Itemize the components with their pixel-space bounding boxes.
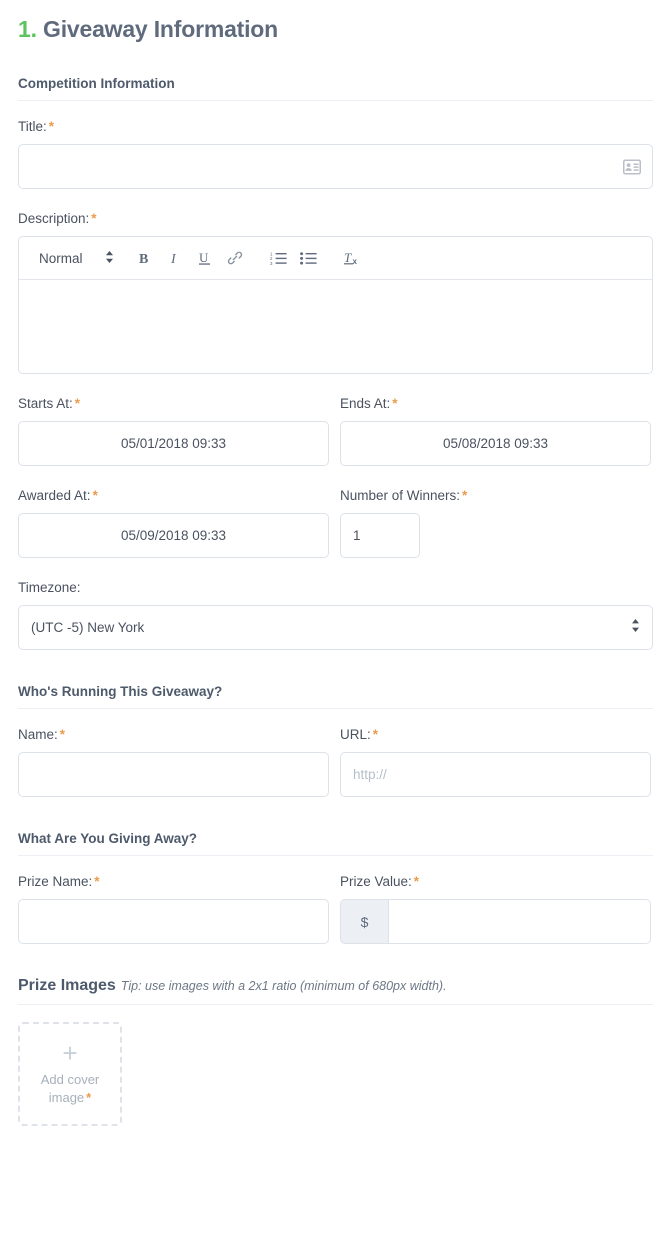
bold-icon[interactable]: B [132, 245, 158, 271]
required-marker: * [59, 727, 66, 742]
required-marker: * [94, 874, 100, 889]
label-prize-name-text: Prize Name: [18, 874, 93, 889]
label-description: Description: * [18, 210, 653, 228]
clear-format-icon[interactable]: T x [340, 245, 366, 271]
label-prize-value-text: Prize Value: [340, 874, 412, 889]
field-prize-name: Prize Name: * [18, 873, 329, 944]
page-title-text: Giveaway Information [43, 16, 279, 42]
label-description-text: Description: [18, 211, 90, 226]
label-awarded-at: Awarded At: * [18, 487, 329, 505]
name-input[interactable] [18, 752, 329, 797]
field-title: Title: * [18, 118, 653, 189]
prize-name-input[interactable] [18, 899, 329, 944]
label-timezone-text: Timezone: [18, 580, 81, 595]
field-awarded-at: Awarded At: * [18, 487, 329, 558]
page-title: 1. Giveaway Information [18, 0, 653, 46]
label-awarded-at-text: Awarded At: [18, 488, 91, 503]
svg-text:B: B [139, 252, 148, 266]
row-awarded-winners: Awarded At:* Number of Winners:* [18, 487, 653, 558]
label-number-of-winners-text: Number of Winners: [340, 488, 461, 503]
field-ends-at: Ends At: * [340, 395, 651, 466]
svg-text:T: T [344, 250, 352, 265]
label-timezone: Timezone: [18, 579, 653, 597]
section-title-prize-images: Prize Images Tip: use images with a 2x1 r… [18, 977, 653, 995]
description-editor-body[interactable] [19, 280, 652, 373]
label-starts-at: Starts At: * [18, 395, 329, 413]
svg-text:U: U [199, 250, 209, 265]
editor-format-select-value: Normal [39, 250, 83, 266]
label-title-text: Title: [18, 119, 47, 134]
required-marker: * [48, 119, 55, 134]
section-divider [18, 855, 653, 856]
add-cover-image-uploader[interactable]: + Add cover image * [18, 1022, 122, 1126]
row-prize: Prize Name: * Prize Value: * $ [18, 873, 653, 944]
starts-at-input[interactable] [18, 421, 329, 466]
title-input[interactable] [18, 144, 653, 189]
label-url: URL: * [340, 726, 651, 744]
field-description: Description: * Normal B I U 1 2 3 T x [18, 210, 653, 374]
section-divider [18, 708, 653, 709]
svg-text:3: 3 [270, 261, 273, 265]
svg-text:x: x [352, 257, 357, 266]
label-ends-at-text: Ends At: [340, 396, 391, 411]
svg-text:I: I [170, 252, 177, 266]
label-ends-at: Ends At: * [340, 395, 651, 413]
required-marker: * [91, 211, 97, 226]
label-prize-name: Prize Name: * [18, 873, 329, 891]
required-marker: * [86, 1089, 92, 1105]
required-marker: * [462, 488, 468, 503]
required-marker: * [92, 488, 98, 503]
section-title-what-are-you-giving-away: What Are You Giving Away? [18, 831, 198, 846]
label-name: Name: * [18, 726, 329, 744]
url-input[interactable] [340, 752, 651, 797]
label-prize-value: Prize Value: * [340, 873, 651, 891]
field-name: Name: * [18, 726, 329, 797]
label-title: Title: * [18, 118, 653, 136]
editor-format-select[interactable]: Normal [29, 250, 120, 267]
add-cover-image-line2: image [48, 1089, 85, 1105]
prize-value-input[interactable] [388, 899, 651, 944]
step-number: 1. [18, 16, 37, 42]
label-starts-at-text: Starts At: [18, 396, 73, 411]
chevron-updown-icon [105, 250, 114, 267]
plus-icon: + [62, 1037, 78, 1068]
field-prize-value: Prize Value: * $ [340, 873, 651, 944]
label-number-of-winners: Number of Winners: * [340, 487, 467, 505]
row-name-url: Name: * URL: * [18, 726, 653, 797]
field-url: URL: * [340, 726, 651, 797]
section-title-competition-information: Competition Information [18, 76, 175, 91]
section-divider [18, 100, 653, 101]
field-timezone: Timezone: [18, 579, 653, 650]
editor-toolbar: Normal B I U 1 2 3 T x [19, 237, 652, 280]
bullet-list-icon[interactable] [296, 245, 322, 271]
required-marker: * [74, 396, 81, 411]
required-marker: * [372, 727, 379, 742]
prize-images-tip: Tip: use images with a 2x1 ratio (minimu… [120, 979, 447, 993]
section-title-whos-running: Who's Running This Giveaway? [18, 684, 223, 699]
number-of-winners-input[interactable] [340, 513, 420, 558]
currency-addon: $ [340, 899, 388, 944]
giveaway-information-form: 1. Giveaway Information Competition Info… [0, 0, 671, 1235]
section-divider [18, 1004, 653, 1005]
ordered-list-icon[interactable]: 1 2 3 [266, 245, 292, 271]
ends-at-input[interactable] [340, 421, 651, 466]
row-start-end-dates: Starts At:* Ends At:* [18, 395, 653, 466]
field-starts-at: Starts At: * [18, 395, 329, 466]
add-cover-image-line1: Add cover [40, 1071, 100, 1087]
italic-icon[interactable]: I [162, 245, 188, 271]
required-marker: * [413, 874, 420, 889]
link-icon[interactable] [222, 245, 248, 271]
description-editor: Normal B I U 1 2 3 T x [18, 236, 653, 374]
underline-icon[interactable]: U [192, 245, 218, 271]
timezone-select[interactable] [18, 605, 653, 650]
required-marker: * [392, 396, 398, 411]
add-cover-image-label: Add cover image * [20, 1071, 120, 1107]
field-number-of-winners: Number of Winners: * [340, 487, 467, 558]
section-title-prize-images-text: Prize Images [18, 977, 116, 994]
label-name-text: Name: [18, 727, 58, 742]
awarded-at-input[interactable] [18, 513, 329, 558]
label-url-text: URL: [340, 727, 371, 742]
